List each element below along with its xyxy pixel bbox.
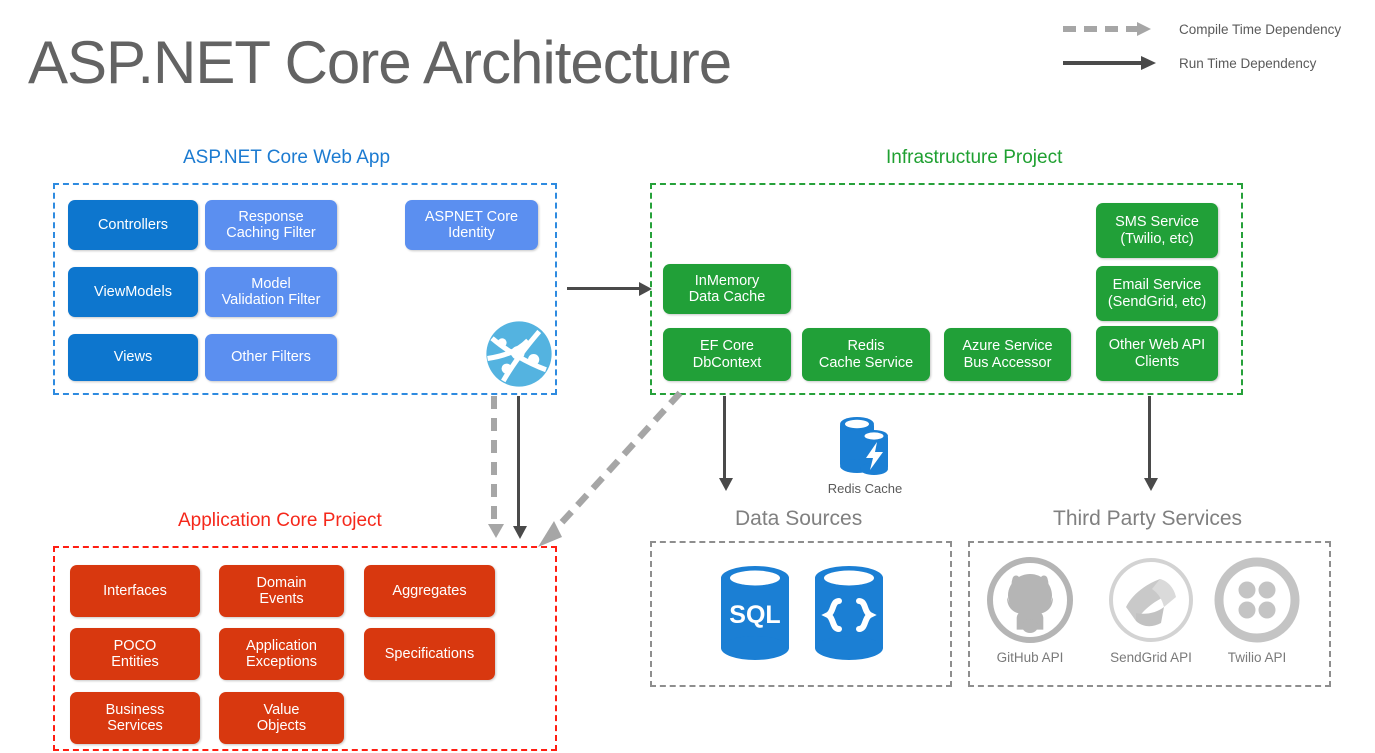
box-specifications[interactable]: Specifications: [364, 628, 495, 680]
legend-label-compile-time: Compile Time Dependency: [1163, 22, 1341, 37]
box-application-exceptions[interactable]: Application Exceptions: [219, 628, 344, 680]
box-aggregates[interactable]: Aggregates: [364, 565, 495, 617]
box-views[interactable]: Views: [68, 334, 198, 381]
sendgrid-icon: [1106, 555, 1196, 645]
arrow-webapp-to-appcore-compile: [488, 396, 506, 551]
legend: Compile Time Dependency Run Time Depende…: [1063, 12, 1363, 80]
arrow-webapp-to-infrastructure: [567, 281, 657, 297]
sendgrid-api-label: SendGrid API: [1091, 650, 1211, 665]
legend-item-run-time: Run Time Dependency: [1063, 46, 1363, 80]
box-aspnet-core-identity[interactable]: ASPNET Core Identity: [405, 200, 538, 250]
box-azure-service-bus-accessor[interactable]: Azure Service Bus Accessor: [944, 328, 1071, 381]
github-icon: [985, 555, 1075, 645]
box-viewmodels[interactable]: ViewModels: [68, 267, 198, 317]
section-title-infrastructure: Infrastructure Project: [886, 147, 1062, 169]
box-poco-entities[interactable]: POCO Entities: [70, 628, 200, 680]
box-email-service[interactable]: Email Service (SendGrid, etc): [1096, 266, 1218, 321]
twilio-icon: [1212, 555, 1302, 645]
section-title-web-app: ASP.NET Core Web App: [183, 147, 390, 169]
box-sms-service[interactable]: SMS Service (Twilio, etc): [1096, 203, 1218, 258]
box-other-web-api-clients[interactable]: Other Web API Clients: [1096, 326, 1218, 381]
box-value-objects[interactable]: Value Objects: [219, 692, 344, 744]
legend-item-compile-time: Compile Time Dependency: [1063, 12, 1363, 46]
box-ef-core-dbcontext[interactable]: EF Core DbContext: [663, 328, 791, 381]
box-interfaces[interactable]: Interfaces: [70, 565, 200, 617]
box-response-caching-filter[interactable]: Response Caching Filter: [205, 200, 337, 250]
globe-network-icon: [483, 318, 555, 390]
github-api-label: GitHub API: [970, 650, 1090, 665]
solid-arrow-icon: [1063, 56, 1163, 70]
redis-cache-label: Redis Cache: [805, 481, 925, 496]
arrow-infrastructure-to-data-sources: [718, 396, 734, 501]
data-sources-zone: [650, 541, 952, 687]
dashed-arrow-icon: [1063, 22, 1163, 36]
twilio-api-label: Twilio API: [1197, 650, 1317, 665]
box-redis-cache-service[interactable]: Redis Cache Service: [802, 328, 930, 381]
arrow-infrastructure-to-third-party: [1143, 396, 1159, 501]
box-business-services[interactable]: Business Services: [70, 692, 200, 744]
section-title-app-core: Application Core Project: [178, 510, 382, 532]
box-other-filters[interactable]: Other Filters: [205, 334, 337, 381]
json-database-icon: [812, 565, 886, 661]
box-inmemory-data-cache[interactable]: InMemory Data Cache: [663, 264, 791, 314]
section-title-third-party: Third Party Services: [1053, 507, 1242, 531]
sql-database-icon: SQL: [718, 565, 792, 661]
arrow-infrastructure-to-appcore-compile: [520, 385, 690, 560]
legend-label-run-time: Run Time Dependency: [1163, 56, 1316, 71]
page-title: ASP.NET Core Architecture: [28, 28, 731, 97]
box-model-validation-filter[interactable]: Model Validation Filter: [205, 267, 337, 317]
redis-cache-icon: [836, 414, 894, 476]
box-controllers[interactable]: Controllers: [68, 200, 198, 250]
box-domain-events[interactable]: Domain Events: [219, 565, 344, 617]
sql-label: SQL: [729, 601, 780, 629]
section-title-data-sources: Data Sources: [735, 507, 862, 531]
